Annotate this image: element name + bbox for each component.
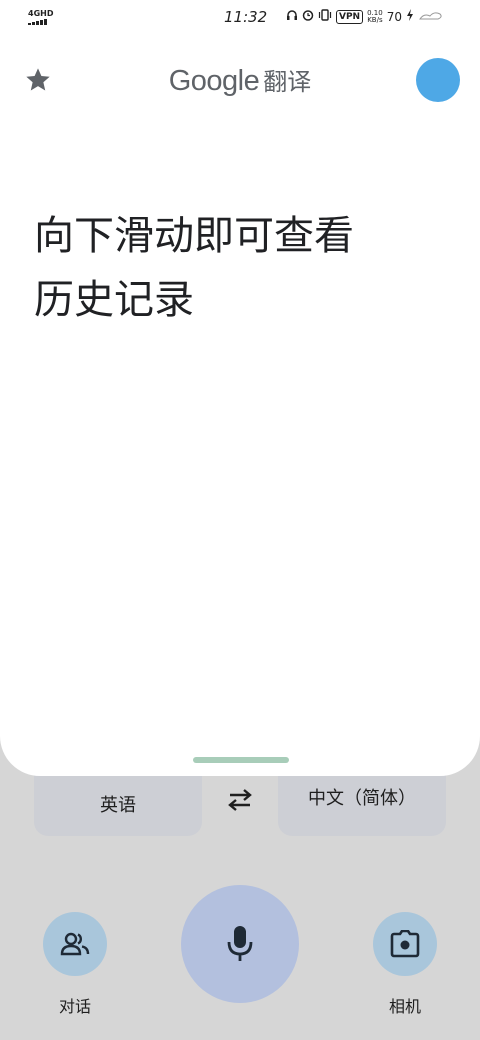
- network-type: 4GHD: [28, 9, 54, 18]
- status-bar: 4GHD 11:32 VPN 0.10 KB/s 70: [0, 0, 480, 36]
- google-logo-text: Google: [168, 65, 260, 97]
- clock: 11:32: [224, 8, 268, 26]
- camera-button[interactable]: [373, 912, 437, 976]
- cloud-icon: [418, 9, 444, 24]
- microphone-icon: [227, 926, 253, 961]
- swap-arrows-icon: [228, 789, 252, 811]
- vibrate-icon: [318, 9, 332, 24]
- drag-handle[interactable]: [193, 757, 289, 763]
- app-title: Google 翻译: [0, 62, 480, 98]
- translation-panel[interactable]: Google 翻译 向下滑动即可查看 历史记录: [0, 36, 480, 776]
- camera-label: 相机: [388, 997, 421, 1016]
- people-icon: [60, 932, 90, 956]
- microphone-button[interactable]: [181, 885, 299, 1003]
- charging-icon: [406, 9, 414, 24]
- alarm-icon: [302, 9, 314, 24]
- network-speed: 0.10 KB/s: [367, 8, 383, 24]
- account-avatar[interactable]: [416, 58, 460, 102]
- history-hint: 向下滑动即可查看 历史记录: [34, 213, 354, 323]
- signal-bars-icon: [28, 19, 53, 25]
- source-language-label: 英语: [100, 795, 136, 816]
- signal-indicator: 4GHD: [28, 10, 53, 25]
- conversation-label: 对话: [58, 997, 91, 1016]
- swap-languages-button[interactable]: [222, 784, 258, 816]
- translate-title: 翻译: [263, 68, 312, 96]
- camera-icon: [390, 930, 420, 958]
- status-icons: VPN 0.10 KB/s 70: [286, 9, 444, 24]
- battery-level: 70: [386, 9, 402, 24]
- headphones-icon: [286, 9, 298, 24]
- target-language-label: 中文（简体）: [308, 788, 416, 809]
- conversation-button[interactable]: [43, 912, 107, 976]
- vpn-badge: VPN: [336, 9, 364, 24]
